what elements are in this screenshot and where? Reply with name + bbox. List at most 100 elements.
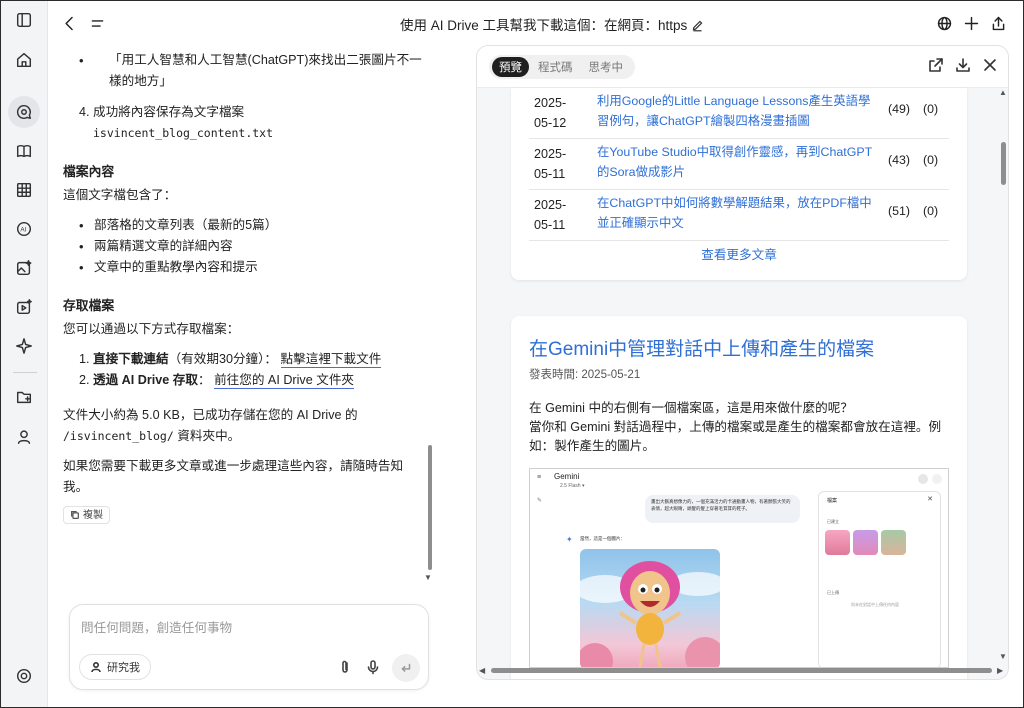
chat-panel: 「用工人智慧和人工智慧(ChatGPT)來找出二張圖片不一樣的地方」 4. 成功… (48, 45, 438, 597)
settings-icon[interactable] (8, 660, 40, 692)
user-icon[interactable] (8, 421, 40, 453)
list-item-text: 兩篇精選文章的詳細內容 (94, 239, 233, 253)
preview-scroll-up-arrow[interactable]: ▲ (999, 88, 1007, 97)
download-link[interactable]: 點擊這裡下載文件 (280, 352, 382, 368)
paragraph-text: 文件大小約為 5.0 KB，已成功存儲在您的 AI Drive 的 (63, 408, 358, 422)
list-item-text: （有效期30分鐘）： (168, 352, 278, 366)
edit-pencil-icon[interactable] (691, 19, 704, 35)
row-views: (43) (888, 153, 911, 167)
list-item-text: 部落格的文章列表（最新的5篇） (94, 218, 278, 232)
created-label: 已建立 (827, 519, 839, 524)
list-item-bold: 直接下載連結 (93, 352, 169, 366)
globe-icon[interactable] (934, 13, 954, 33)
home-icon[interactable] (8, 44, 40, 76)
book-icon[interactable] (8, 135, 40, 167)
article-title[interactable]: 在Gemini中管理對話中上傳和產生的檔案 (529, 334, 874, 361)
image-spark-icon[interactable] (8, 252, 40, 284)
composer-placeholder[interactable]: 問任何問題，創造任何事物 (81, 617, 232, 636)
row-date: 2025-05-12 (534, 96, 567, 130)
chat-scroll-down-arrow[interactable]: ▼ (424, 573, 432, 582)
panel-toggle-icon[interactable] (8, 4, 40, 36)
empty-state-text: 尚未在對話中上傳任何內容 (851, 602, 899, 607)
list-item-bold: 透過 AI Drive 存取 (93, 373, 198, 387)
tab-code[interactable]: 程式碼 (531, 57, 580, 77)
assistant-message: 「用工人智慧和人工智慧(ChatGPT)來找出二張圖片不一樣的地方」 4. 成功… (63, 45, 425, 527)
menu-icon[interactable] (87, 13, 107, 33)
list-item: 4. 成功將內容保存為文字檔案 isvincent_blog_content.t… (63, 102, 425, 144)
hamburger-icon: ≡ (537, 474, 542, 481)
gemini-model: 2.5 Flash ▾ (560, 483, 585, 489)
back-icon[interactable] (59, 13, 79, 33)
gemini-spark-icon: ✦ (566, 535, 573, 544)
row-comments: (0) (923, 204, 939, 218)
row-comments: (0) (923, 153, 939, 167)
article-card: 在Gemini中管理對話中上傳和產生的檔案 發表時間: 2025-05-21 在… (511, 316, 967, 679)
preview-scroll-down-arrow[interactable]: ▼ (999, 652, 1007, 661)
list-item: 1. 直接下載連結（有效期30分鐘）： 點擊這裡下載文件 (63, 349, 425, 370)
grid-icon[interactable] (8, 174, 40, 206)
view-more-articles-link[interactable]: 查看更多文章 (511, 244, 967, 263)
thumbnail (825, 530, 850, 555)
message-composer[interactable]: 問任何問題，創造任何事物 研究我 (69, 604, 429, 690)
sparkle-icon[interactable] (8, 330, 40, 362)
copy-icon (71, 511, 79, 519)
preview-vertical-scrollbar-thumb[interactable] (1001, 142, 1006, 185)
tab-preview[interactable]: 預覽 (492, 57, 529, 77)
chat-search-icon[interactable] (8, 96, 40, 128)
list-item: 「用工人智慧和人工智慧(ChatGPT)來找出二張圖片不一樣的地方」 (63, 50, 425, 92)
research-me-button[interactable]: 研究我 (79, 654, 151, 680)
person-icon (91, 661, 101, 673)
list-item-text: 成功將內容保存為文字檔案 (93, 105, 245, 119)
avatar (932, 474, 942, 484)
avatar (918, 474, 928, 484)
row-views: (49) (888, 102, 911, 116)
files-panel-title: 檔案 (827, 498, 838, 504)
rail-divider (13, 372, 37, 373)
conversation-title-text: 使用 AI Drive 工具幫我下載這個：在網頁：https (400, 18, 688, 33)
preview-scroll-right-arrow[interactable]: ▶ (997, 666, 1003, 675)
row-title-link[interactable]: 利用Google的Little Language Lessons產生英語學習例句… (597, 91, 877, 131)
preview-scroll-left-arrow[interactable]: ◀ (479, 666, 485, 675)
row-title-link[interactable]: 在YouTube Studio中取得創作靈感，再到ChatGPT的Sora做成影… (597, 142, 877, 182)
folder-icon[interactable] (8, 381, 40, 413)
new-chat-plus-icon[interactable] (961, 13, 981, 33)
preview-header: 預覽 程式碼 思考中 (477, 46, 1008, 88)
close-icon[interactable] (982, 57, 1000, 75)
open-external-icon[interactable] (928, 57, 946, 75)
download-icon[interactable] (955, 57, 973, 75)
article-paragraph: 在 Gemini 中的右側有一個檔案區，這是用來做什麼的呢？ (529, 401, 853, 415)
microphone-icon[interactable] (365, 659, 381, 675)
table-row: 2025-05-12 利用Google的Little Language Less… (529, 88, 949, 139)
section-heading: 存取檔案 (63, 298, 115, 313)
attach-paperclip-icon[interactable] (337, 659, 353, 675)
paragraph-text: 資料夾中。 (177, 429, 241, 443)
svg-text:AI: AI (20, 227, 26, 234)
video-spark-icon[interactable] (8, 291, 40, 323)
share-icon[interactable] (988, 13, 1008, 33)
list-item: 兩篇精選文章的詳細內容 (63, 236, 425, 257)
file-name: isvincent_blog_content.txt (93, 126, 274, 140)
conversation-title[interactable]: 使用 AI Drive 工具幫我下載這個：在網頁：https (400, 14, 704, 35)
row-views: (51) (888, 204, 911, 218)
research-me-label: 研究我 (107, 662, 140, 674)
row-date: 2025-05-11 (534, 198, 567, 232)
copy-button[interactable]: 複製 (63, 506, 110, 524)
preview-horizontal-scrollbar-thumb[interactable] (491, 668, 992, 673)
list-item-text: ： (197, 373, 211, 387)
tab-thinking[interactable]: 思考中 (582, 57, 631, 77)
article-date: 發表時間: 2025-05-21 (529, 369, 641, 381)
send-button[interactable] (392, 654, 420, 682)
preview-tabs: 預覽 程式碼 思考中 (489, 55, 635, 79)
ai-drive-folder-link[interactable]: 前往您的 AI Drive 文件夾 (214, 373, 355, 389)
article-body: 在 Gemini 中的右側有一個檔案區，這是用來做什麼的呢？ 當你和 Gemin… (529, 399, 954, 456)
list-number: 4. (79, 105, 90, 119)
gemini-app-name: Gemini (554, 472, 580, 481)
row-title-link[interactable]: 在ChatGPT中如何將數學解題結果，放在PDF檔中並正確顯示中文 (597, 193, 877, 233)
user-prompt-bubble: 畫出大鬍真想像力的，一個充滿活力的卡通動畫人物，有著顏張大笑的表情，超大眼睛，頭… (645, 495, 800, 523)
paragraph: 這個文字檔包含了： (63, 188, 177, 202)
thumbnail (881, 530, 906, 555)
list-number: 1. (79, 352, 90, 366)
chat-scrollbar-thumb[interactable] (428, 445, 432, 570)
ai-icon[interactable]: AI (8, 213, 40, 245)
thumbnail (853, 530, 878, 555)
